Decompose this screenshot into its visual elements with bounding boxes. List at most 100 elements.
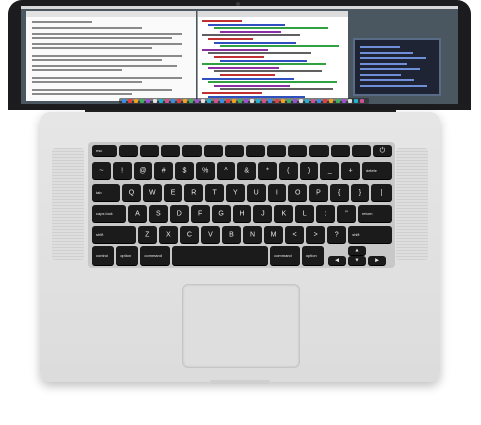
trackpad[interactable]	[182, 284, 300, 368]
key-function[interactable]	[118, 145, 139, 156]
arrow-right-key[interactable]: ▶	[368, 256, 386, 265]
dock-app-icon[interactable]	[195, 99, 200, 103]
dock-app-icon[interactable]	[183, 99, 187, 103]
key-[interactable]: +	[341, 162, 360, 179]
dock-app-icon[interactable]	[317, 99, 322, 103]
dock-app-icon[interactable]	[262, 99, 267, 103]
key-command[interactable]: command	[270, 246, 300, 265]
key-[interactable]: )	[299, 162, 319, 179]
key-function[interactable]	[224, 145, 244, 156]
key-[interactable]: ^	[216, 162, 236, 179]
dock-app-icon[interactable]	[128, 99, 133, 103]
key-function[interactable]	[203, 145, 223, 156]
dock-app-icon[interactable]	[146, 99, 151, 103]
dock-app-icon[interactable]	[176, 99, 181, 103]
key-x[interactable]: X	[158, 226, 178, 243]
key-function[interactable]	[245, 145, 266, 156]
key-j[interactable]: J	[253, 205, 273, 222]
key-q[interactable]: Q	[122, 184, 141, 201]
key-[interactable]: }	[350, 184, 370, 201]
arrow-down-key[interactable]: ▼	[348, 256, 366, 265]
key-d[interactable]: D	[169, 205, 189, 222]
key-function[interactable]	[351, 145, 371, 156]
key-function[interactable]	[267, 145, 287, 156]
dock-app-icon[interactable]	[219, 99, 224, 103]
key-v[interactable]: V	[200, 226, 220, 243]
dock-app-icon[interactable]	[244, 99, 248, 103]
dock-app-icon[interactable]	[164, 99, 169, 103]
key-function[interactable]	[309, 145, 329, 156]
key-command[interactable]: command	[140, 246, 170, 265]
dock-app-icon[interactable]	[225, 99, 230, 103]
dock-app-icon[interactable]	[231, 99, 236, 103]
key-[interactable]: :	[316, 205, 336, 222]
key-[interactable]: !	[112, 162, 132, 179]
key-esc[interactable]: esc	[92, 145, 117, 156]
key-u[interactable]: U	[246, 184, 266, 201]
key-function[interactable]	[182, 145, 202, 156]
dock-app-icon[interactable]	[201, 99, 206, 103]
dock-app-icon[interactable]	[274, 99, 279, 103]
key-function[interactable]: ⏻	[372, 145, 392, 156]
key-y[interactable]: Y	[225, 184, 245, 201]
key-function[interactable]	[140, 145, 160, 156]
dock-app-icon[interactable]	[268, 99, 273, 103]
key-[interactable]: >	[306, 226, 326, 243]
dock-app-icon[interactable]	[305, 99, 309, 103]
key-[interactable]: _	[320, 162, 340, 179]
key-e[interactable]: E	[163, 184, 183, 201]
key-[interactable]: ~	[92, 162, 111, 179]
key-[interactable]: <	[285, 226, 305, 243]
key-function[interactable]	[161, 145, 181, 156]
key-r[interactable]: R	[184, 184, 204, 201]
dock-app-icon[interactable]	[323, 99, 328, 103]
dock-app-icon[interactable]	[170, 99, 175, 103]
dock-app-icon[interactable]	[298, 99, 303, 103]
key-f[interactable]: F	[190, 205, 210, 222]
key-k[interactable]: K	[274, 205, 294, 222]
dock-app-icon[interactable]	[213, 99, 218, 103]
key-t[interactable]: T	[205, 184, 224, 201]
key-[interactable]: $	[175, 162, 194, 179]
dock-app-icon[interactable]	[189, 99, 194, 103]
key-[interactable]: (	[278, 162, 298, 179]
key-shift[interactable]: shift	[92, 226, 136, 243]
key-caps-lock[interactable]: caps lock	[92, 205, 127, 222]
dock-app-icon[interactable]	[292, 99, 297, 103]
key-tab[interactable]: tab	[92, 184, 121, 201]
dock-app-icon[interactable]	[237, 99, 242, 103]
dock-app-icon[interactable]	[158, 99, 163, 103]
key-n[interactable]: N	[243, 226, 263, 243]
key-z[interactable]: Z	[137, 226, 157, 243]
key-shift[interactable]: shift	[348, 226, 392, 243]
key-p[interactable]: P	[309, 184, 328, 201]
key-[interactable]: *	[258, 162, 277, 179]
key-[interactable]: #	[154, 162, 174, 179]
key-[interactable]: @	[133, 162, 153, 179]
key-control[interactable]: control	[92, 246, 115, 265]
key-c[interactable]: C	[179, 226, 199, 243]
dock-app-icon[interactable]	[140, 99, 145, 103]
dock-app-icon[interactable]	[122, 99, 126, 103]
key-space[interactable]	[172, 246, 269, 265]
key-option[interactable]: option	[301, 246, 324, 265]
key-i[interactable]: I	[267, 184, 287, 201]
key-a[interactable]: A	[128, 205, 147, 222]
key-g[interactable]: G	[211, 205, 231, 222]
dock-app-icon[interactable]	[134, 99, 139, 103]
key-o[interactable]: O	[288, 184, 308, 201]
key-return[interactable]: return	[357, 205, 392, 222]
key-m[interactable]: M	[264, 226, 284, 243]
key-[interactable]: "	[337, 205, 356, 222]
dock-app-icon[interactable]	[250, 99, 255, 103]
dock-app-icon[interactable]	[311, 99, 316, 103]
dock-app-icon[interactable]	[341, 99, 346, 103]
dock-app-icon[interactable]	[280, 99, 285, 103]
key-[interactable]: ?	[327, 226, 347, 243]
key-b[interactable]: B	[221, 226, 241, 243]
dock-app-icon[interactable]	[347, 99, 352, 103]
dock-app-icon[interactable]	[256, 99, 261, 103]
dock-app-icon[interactable]	[335, 99, 340, 103]
key-[interactable]: &	[237, 162, 257, 179]
arrow-up-key[interactable]: ▲	[348, 246, 366, 255]
